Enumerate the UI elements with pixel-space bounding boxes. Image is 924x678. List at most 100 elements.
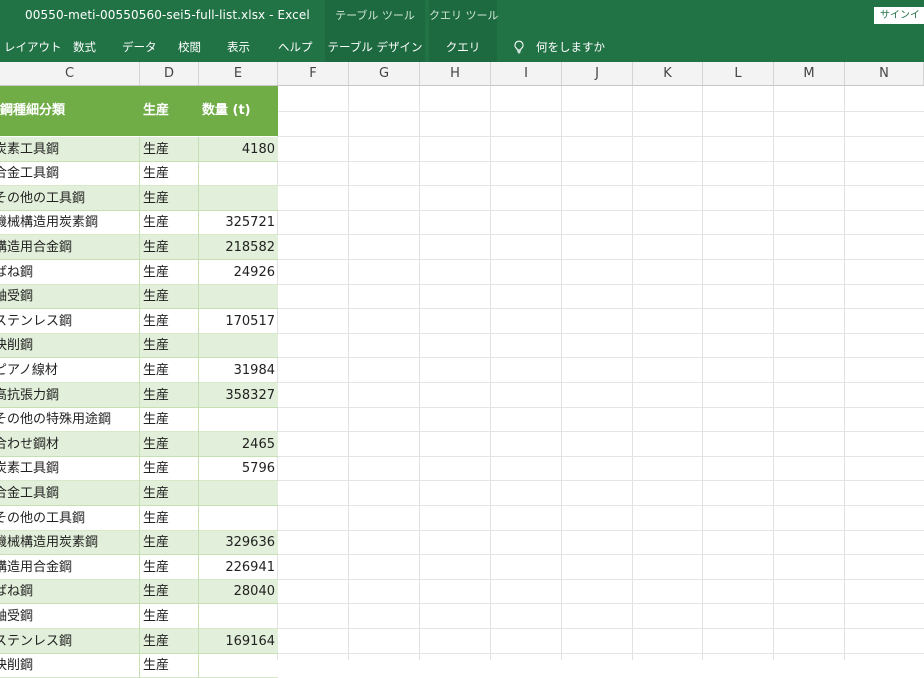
cell-quantity[interactable]: 226941 bbox=[199, 555, 278, 580]
cell-quantity[interactable] bbox=[199, 481, 278, 506]
column-header-row: CDEFGHIJKLMN bbox=[0, 62, 924, 86]
cell-quantity[interactable]: 2465 bbox=[199, 432, 278, 457]
cell-category[interactable]: 生産 bbox=[140, 531, 199, 555]
gridline bbox=[278, 431, 924, 432]
column-header-m[interactable]: M bbox=[774, 62, 845, 85]
cell-steel-type[interactable]: ステンレス鋼 bbox=[0, 629, 140, 654]
cell-steel-type[interactable]: 合金工具鋼 bbox=[0, 481, 140, 506]
cell-category[interactable]: 生産 bbox=[140, 432, 199, 457]
table-header-0[interactable]: 鋼種細分類 bbox=[0, 86, 140, 136]
cell-quantity[interactable] bbox=[199, 654, 278, 678]
column-header-l[interactable]: L bbox=[703, 62, 774, 85]
column-header-n[interactable]: N bbox=[845, 62, 924, 85]
cell-category[interactable]: 生産 bbox=[140, 285, 199, 309]
cell-steel-type[interactable]: ばね鋼 bbox=[0, 260, 140, 285]
cell-steel-type[interactable]: その他の特殊用途鋼 bbox=[0, 408, 140, 432]
column-header-j[interactable]: J bbox=[562, 62, 633, 85]
cell-steel-type[interactable]: ばね鋼 bbox=[0, 580, 140, 604]
cell-steel-type[interactable]: 構造用合金鋼 bbox=[0, 235, 140, 260]
cell-category[interactable]: 生産 bbox=[140, 162, 199, 186]
cell-quantity[interactable]: 24926 bbox=[199, 260, 278, 285]
column-header-i[interactable]: I bbox=[491, 62, 562, 85]
cell-steel-type[interactable]: 快削鋼 bbox=[0, 654, 140, 678]
cell-quantity[interactable]: 28040 bbox=[199, 580, 278, 604]
cell-category[interactable]: 生産 bbox=[140, 506, 199, 531]
tab-review[interactable]: 校閲 bbox=[178, 32, 201, 62]
cell-steel-type[interactable]: その他の工具鋼 bbox=[0, 186, 140, 211]
column-header-c[interactable]: C bbox=[0, 62, 140, 85]
cell-quantity[interactable] bbox=[199, 506, 278, 531]
cell-steel-type[interactable]: 構造用合金鋼 bbox=[0, 555, 140, 580]
tab-help[interactable]: ヘルプ bbox=[278, 32, 313, 62]
cell-category[interactable]: 生産 bbox=[140, 235, 199, 260]
cell-steel-type[interactable]: その他の工具鋼 bbox=[0, 506, 140, 531]
cell-category[interactable]: 生産 bbox=[140, 334, 199, 358]
cell-steel-type[interactable]: ピアノ線材 bbox=[0, 358, 140, 383]
tab-formulas[interactable]: 数式 bbox=[73, 32, 96, 62]
tab-view[interactable]: 表示 bbox=[227, 32, 250, 62]
gridline bbox=[490, 86, 491, 660]
cell-category[interactable]: 生産 bbox=[140, 654, 199, 678]
table-header-1[interactable]: 生産 bbox=[140, 86, 199, 136]
cell-quantity[interactable] bbox=[199, 162, 278, 186]
cell-quantity[interactable]: 5796 bbox=[199, 457, 278, 481]
cell-category[interactable]: 生産 bbox=[140, 309, 199, 334]
cell-quantity[interactable]: 31984 bbox=[199, 358, 278, 383]
column-header-d[interactable]: D bbox=[140, 62, 199, 85]
gridline bbox=[278, 333, 924, 334]
cell-category[interactable]: 生産 bbox=[140, 137, 199, 162]
cell-quantity[interactable] bbox=[199, 186, 278, 211]
cell-steel-type[interactable]: 機械構造用炭素鋼 bbox=[0, 531, 140, 555]
cell-category[interactable]: 生産 bbox=[140, 629, 199, 654]
column-header-f[interactable]: F bbox=[278, 62, 349, 85]
cell-quantity[interactable] bbox=[199, 285, 278, 309]
cell-quantity[interactable]: 358327 bbox=[199, 383, 278, 408]
cell-steel-type[interactable]: 快削鋼 bbox=[0, 334, 140, 358]
cell-category[interactable]: 生産 bbox=[140, 580, 199, 604]
column-header-g[interactable]: G bbox=[349, 62, 420, 85]
worksheet-grid[interactable]: CDEFGHIJKLMN 鋼種細分類 生産 数量 (t) 炭素工具鋼 生産 4180 合金工… bbox=[0, 62, 924, 678]
tab-page-layout[interactable]: レイアウト bbox=[4, 32, 62, 62]
cell-quantity[interactable] bbox=[199, 408, 278, 432]
cell-steel-type[interactable]: 合金工具鋼 bbox=[0, 162, 140, 186]
cell-steel-type[interactable]: 炭素工具鋼 bbox=[0, 137, 140, 162]
cell-category[interactable]: 生産 bbox=[140, 408, 199, 432]
cell-quantity[interactable]: 169164 bbox=[199, 629, 278, 654]
cell-quantity[interactable]: 4180 bbox=[199, 137, 278, 162]
query-tools-label: クエリ ツール bbox=[429, 0, 499, 32]
cell-steel-type[interactable]: ステンレス鋼 bbox=[0, 309, 140, 334]
tell-me-search[interactable]: 何をしますか bbox=[512, 32, 605, 62]
cell-category[interactable]: 生産 bbox=[140, 383, 199, 408]
column-header-k[interactable]: K bbox=[633, 62, 703, 85]
cell-steel-type[interactable]: 炭素工具鋼 bbox=[0, 457, 140, 481]
tab-query[interactable]: クエリ bbox=[429, 32, 497, 62]
cell-category[interactable]: 生産 bbox=[140, 186, 199, 211]
cell-steel-type[interactable]: 高抗張力鋼 bbox=[0, 383, 140, 408]
cell-category[interactable]: 生産 bbox=[140, 481, 199, 506]
cell-steel-type[interactable]: 軸受鋼 bbox=[0, 604, 140, 629]
cell-steel-type[interactable]: 軸受鋼 bbox=[0, 285, 140, 309]
cell-quantity[interactable] bbox=[199, 604, 278, 629]
cell-category[interactable]: 生産 bbox=[140, 358, 199, 383]
cell-quantity[interactable]: 218582 bbox=[199, 235, 278, 260]
gridline bbox=[278, 357, 924, 358]
cell-quantity[interactable]: 329636 bbox=[199, 531, 278, 555]
signin-button[interactable]: サインイ bbox=[874, 7, 924, 24]
column-header-e[interactable]: E bbox=[199, 62, 278, 85]
cell-steel-type[interactable]: 機械構造用炭素鋼 bbox=[0, 211, 140, 235]
cell-category[interactable]: 生産 bbox=[140, 604, 199, 629]
cell-quantity[interactable]: 325721 bbox=[199, 211, 278, 235]
tab-data[interactable]: データ bbox=[122, 32, 157, 62]
gridline bbox=[278, 628, 924, 629]
cell-category[interactable]: 生産 bbox=[140, 457, 199, 481]
tab-table-design[interactable]: テーブル デザイン bbox=[325, 32, 425, 62]
cell-category[interactable]: 生産 bbox=[140, 555, 199, 580]
cell-steel-type[interactable]: 合わせ鋼材 bbox=[0, 432, 140, 457]
gridline bbox=[348, 86, 349, 660]
cell-quantity[interactable] bbox=[199, 334, 278, 358]
cell-quantity[interactable]: 170517 bbox=[199, 309, 278, 334]
cell-category[interactable]: 生産 bbox=[140, 260, 199, 285]
cell-category[interactable]: 生産 bbox=[140, 211, 199, 235]
column-header-h[interactable]: H bbox=[420, 62, 491, 85]
table-header-2[interactable]: 数量 (t) bbox=[199, 86, 278, 136]
